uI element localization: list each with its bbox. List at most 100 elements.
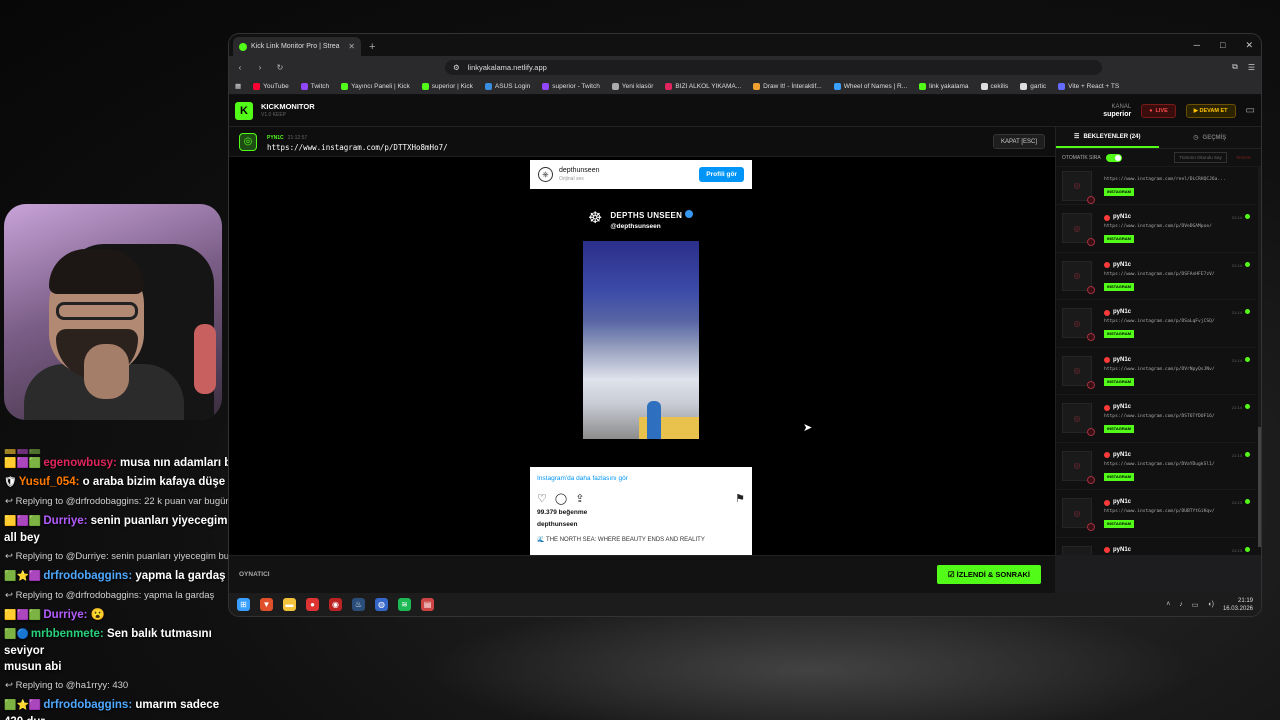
queue-item[interactable]: ◎ https://www.instagram.com/reel/DLCRHQCJ…	[1056, 167, 1256, 205]
queue-item[interactable]: ◎ pyN1c https://www.instagram.com/p/DST6Tf…	[1056, 395, 1256, 443]
browser-tab[interactable]: Kick Link Monitor Pro | Strea ✕	[233, 37, 361, 56]
like-icon[interactable]: ♡	[537, 492, 547, 505]
channel-name: superior	[1103, 110, 1132, 118]
chat-username[interactable]: Durriye:	[43, 515, 87, 527]
menu-icon[interactable]: ☰	[1248, 63, 1255, 72]
bookmark-item[interactable]: Yeni klasör	[611, 82, 653, 90]
queue-item[interactable]: ◎ pyN1c https://www.instagram.com/p/DVeDGA…	[1056, 205, 1256, 253]
bookmark-item[interactable]: Yayıncı Paneli | Kick	[341, 82, 410, 90]
auto-queue-toggle[interactable]	[1105, 153, 1122, 162]
steam-icon[interactable]: ♨	[352, 598, 365, 611]
watched-next-button[interactable]: ☑ İZLENDİ & SONRAKİ	[936, 565, 1041, 584]
new-tab-icon[interactable]: +	[369, 41, 375, 53]
view-profile-button[interactable]: Profili gör	[699, 167, 744, 182]
queue-item[interactable]: ◎ pyN1c https://www.instagram.com/p/DVaYDu…	[1056, 443, 1256, 490]
bookmark-item[interactable]: Wheel of Names | R...	[833, 82, 907, 90]
bookmark-item[interactable]: Twitch	[300, 82, 329, 90]
app-tile-icon[interactable]: ▤	[421, 598, 434, 611]
close-button[interactable]: KAPAT [ESC]	[992, 134, 1045, 149]
embed-media[interactable]: ☸ DEPTHS UNSEEN @depthsunseen	[530, 189, 752, 467]
close-tab-icon[interactable]: ✕	[348, 42, 355, 51]
queue-item-body: pyN1c https://www.instagram.com/p/DVrNpyQ…	[1104, 356, 1250, 386]
windows-start-icon[interactable]: ⊞	[237, 598, 250, 611]
chevron-up-icon[interactable]: ˄	[1166, 601, 1170, 608]
network-icon[interactable]: ▭	[1192, 601, 1199, 609]
record-icon[interactable]: ◉	[329, 598, 342, 611]
chat-username[interactable]: egenowbusy:	[43, 457, 116, 469]
minimize-icon[interactable]: ─	[1194, 40, 1200, 51]
queue-item[interactable]: ◎ pyN1c https://www.instagram.com/p/DUBTYt…	[1056, 490, 1256, 538]
brave-icon[interactable]: ▼	[260, 598, 273, 611]
bookmark-item[interactable]: BIZI ALKOL YIKAMA...	[665, 82, 741, 90]
bookmark-item[interactable]: link yakalama	[919, 82, 969, 90]
queue-url: https://www.instagram.com/p/DVaYDugkSl1/	[1104, 461, 1215, 467]
volume-icon[interactable]: ◖)	[1207, 601, 1214, 608]
chat-username[interactable]: Yusuf_054:	[19, 476, 80, 488]
chat-username[interactable]: Durriye:	[43, 609, 87, 621]
file-explorer-icon[interactable]: ▬	[283, 598, 296, 611]
maps-pin-icon[interactable]: ●	[306, 598, 319, 611]
bookmark-item[interactable]: Vite + React + TS	[1058, 82, 1119, 90]
url-text: linkyakalama.netlify.app	[467, 62, 547, 72]
close-window-icon[interactable]: ✕	[1245, 40, 1253, 51]
back-icon[interactable]: ‹	[235, 63, 245, 72]
chat-username[interactable]: drfrodobaggins:	[43, 699, 132, 711]
forward-icon[interactable]: ›	[255, 63, 265, 72]
chat-username[interactable]: mrbbenmete:	[31, 628, 104, 640]
devam-et-button[interactable]: ▶ DEVAM ET	[1185, 103, 1236, 118]
queue-url: https://www.instagram.com/p/DVrNpyQsJNv/	[1104, 366, 1215, 372]
bookmark-item[interactable]: YouTube	[253, 82, 289, 90]
queue-thumb-icon: ◎	[1062, 308, 1095, 342]
queue-thumb-icon: ◎	[1062, 355, 1095, 389]
queue-item-body: pyN1c https://www.instagram.com/p/DSaLqFv…	[1104, 308, 1250, 339]
live-button[interactable]: ● LIVE	[1141, 103, 1176, 118]
clear-button[interactable]: Temizle	[1232, 153, 1255, 162]
video-frame[interactable]	[583, 241, 699, 439]
channel-label: KANAL	[1111, 103, 1132, 110]
site-info-icon[interactable]: ⚙	[453, 63, 460, 72]
queue-scrollbar[interactable]	[1258, 167, 1261, 547]
url-field[interactable]: ⚙ linkyakalama.netlify.app	[445, 59, 1103, 75]
bookmark-item[interactable]: gartic	[1020, 82, 1046, 90]
queue-item[interactable]: ◎ pyN1c https://www.instagram.com/p/DSaLqF…	[1056, 300, 1256, 348]
queue-item[interactable]: ◎ pyN1chttps://www.instagram.com/p/DVeA6J…	[1056, 538, 1256, 555]
globe-icon[interactable]: ◍	[375, 598, 388, 611]
bookmark-item[interactable]: ASUS Login	[484, 82, 530, 90]
tab-waiting[interactable]: ☰ BEKLEYENLER (24)	[1056, 127, 1159, 148]
current-url[interactable]: https://www.instagram.com/p/DTTXHo8mHo7/	[267, 143, 448, 153]
bookmark-item[interactable]: Draw It! - İnteraktif...	[753, 82, 822, 90]
bookmark-favicon-icon	[833, 82, 841, 90]
spotify-icon[interactable]: ≋	[398, 598, 411, 611]
chat-reply: ↩ Replying to @drfrodobaggins: 22 k puan…	[5, 496, 236, 507]
queue-item[interactable]: ◎ pyN1c https://www.instagram.com/p/DVrNpy…	[1056, 348, 1256, 395]
mark-all-read-button[interactable]: Tümünü Okundu Say	[1174, 152, 1227, 163]
reload-icon[interactable]: ↻	[275, 63, 285, 72]
webcam-overlay	[4, 204, 222, 420]
extensions-icon[interactable]: ⧉	[1232, 62, 1238, 72]
chat-icon[interactable]: ▭	[1246, 105, 1255, 116]
chat-text-continued: all bey	[4, 532, 40, 544]
embed-username[interactable]: depthunseen	[559, 167, 599, 174]
helm-logo-icon: ☸	[588, 209, 603, 227]
queue-panel: ☰ BEKLEYENLER (24) ◷ GEÇMİŞ OTOMATİK SIR…	[1055, 127, 1261, 555]
bookmark-item[interactable]: superior | Kick	[421, 82, 473, 90]
comment-icon[interactable]: ◯	[555, 492, 567, 505]
queue-url: https://www.instagram.com/p/DVeDGAMpoe/	[1104, 224, 1212, 230]
bookmark-icon[interactable]: ⚑	[735, 492, 745, 505]
bookmark-item[interactable]: cekilis	[980, 82, 1008, 90]
tab-history[interactable]: ◷ GEÇMİŞ	[1159, 127, 1262, 148]
mic-icon[interactable]: ♪	[1179, 601, 1183, 608]
queue-item[interactable]: ◎ pyN1c https://www.instagram.com/p/DSFAnH…	[1056, 253, 1256, 300]
chat-username[interactable]: drfrodobaggins:	[43, 570, 132, 582]
share-icon[interactable]: ⇪	[575, 492, 584, 505]
bookmark-item[interactable]: superior - Twitch	[542, 82, 600, 90]
apps-grid-icon[interactable]: ▦	[235, 82, 241, 90]
platform-badge: INSTAGRAM	[1104, 425, 1134, 434]
chat-badges-icon: 🟨🟪🟩	[4, 458, 42, 469]
more-on-instagram-link[interactable]: Instagram'da daha fazlasını gör	[537, 475, 745, 482]
player-label: OYNATICI	[239, 571, 270, 578]
maximize-icon[interactable]: □	[1220, 40, 1225, 51]
clock[interactable]: 21:19 16.03.2026	[1223, 597, 1253, 613]
profile-avatar[interactable]: ⎈	[538, 167, 553, 182]
chat-badges-icon: 🟨🟪🟩	[4, 516, 42, 527]
